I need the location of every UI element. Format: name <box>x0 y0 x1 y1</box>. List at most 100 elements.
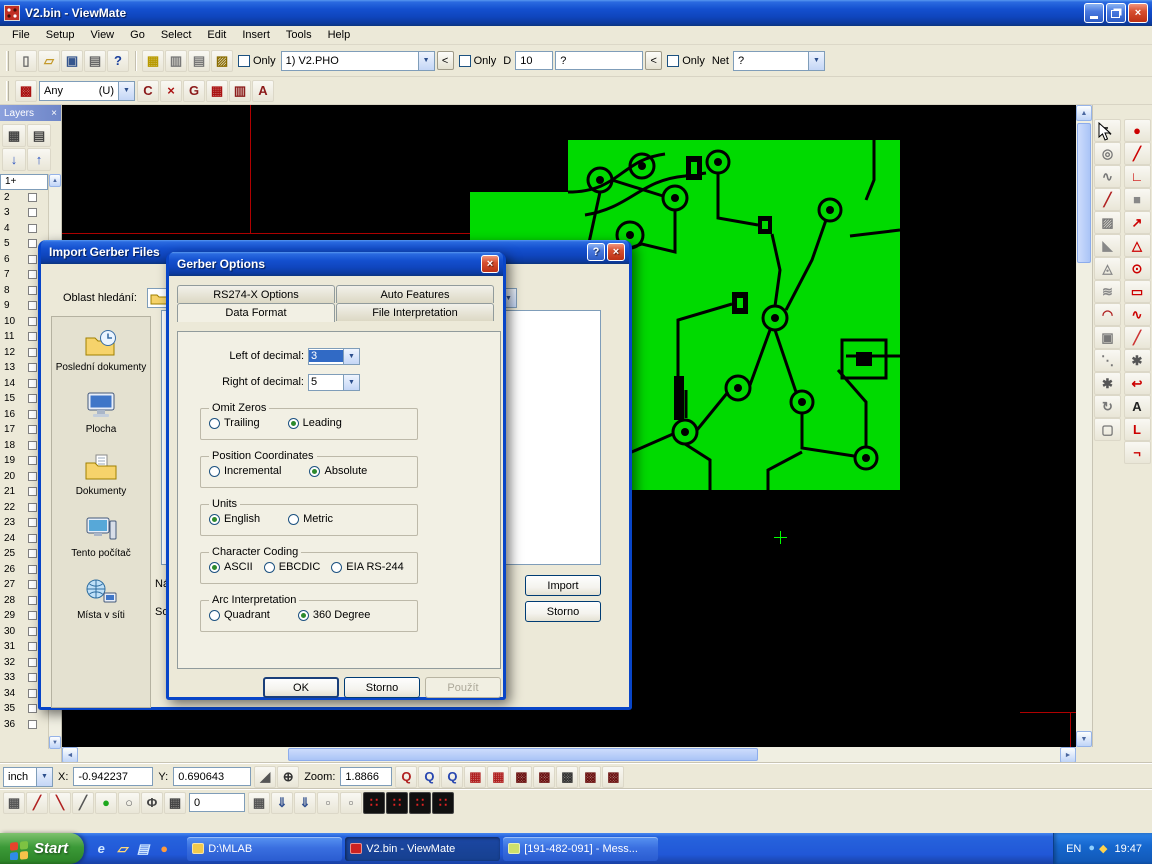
reddot1-icon[interactable]: ∷ <box>363 792 385 814</box>
right-decimal-combo[interactable]: 5 ▼ <box>308 374 360 391</box>
tab-data-format[interactable]: Data Format <box>177 303 335 322</box>
place-recent-documents[interactable]: Poslední dokumenty <box>52 329 150 374</box>
fill-tool-icon[interactable]: ▨ <box>1094 211 1121 234</box>
grid-red2-icon[interactable]: ▦ <box>487 766 509 788</box>
layer-color-swatch[interactable] <box>28 394 37 403</box>
layer-color-swatch[interactable] <box>28 503 37 512</box>
context-help-icon[interactable]: ? <box>107 50 129 72</box>
reddot2-icon[interactable]: ∷ <box>386 792 408 814</box>
dcode-c-icon[interactable]: C <box>137 80 159 102</box>
layer-color-swatch[interactable] <box>28 642 37 651</box>
layer-color-swatch[interactable] <box>28 332 37 341</box>
menu-item[interactable]: File <box>4 27 38 43</box>
tab-auto-features[interactable]: Auto Features <box>336 285 494 303</box>
place-documents[interactable]: Dokumenty <box>52 453 150 498</box>
bracket-draw-icon[interactable]: ¬ <box>1124 441 1151 464</box>
square-draw-icon[interactable]: ■ <box>1124 188 1151 211</box>
grid-dark-icon[interactable]: ▥ <box>229 80 251 102</box>
counter-value[interactable]: 0 <box>189 793 245 812</box>
layer-color-swatch[interactable] <box>28 193 37 202</box>
arrow-draw-icon[interactable]: ↗ <box>1124 211 1151 234</box>
layer-color-swatch[interactable] <box>28 487 37 496</box>
layer-color-swatch[interactable] <box>28 379 37 388</box>
measure-tool-icon[interactable]: ╱ <box>1094 188 1121 211</box>
scroll-right-icon[interactable]: ► <box>1060 747 1076 763</box>
squiggle-draw-icon[interactable]: ∿ <box>1124 303 1151 326</box>
browser-icon[interactable]: ● <box>155 840 173 858</box>
zoom-value[interactable]: 1.8866 <box>340 767 392 786</box>
chevron-down-icon[interactable]: ▼ <box>343 349 359 364</box>
vertical-scrollbar[interactable]: ▲ ▼ <box>1076 105 1092 747</box>
ok-button[interactable]: OK <box>263 677 339 698</box>
minimize-button[interactable] <box>1084 3 1104 23</box>
select-dcodes-icon[interactable]: ▨ <box>211 50 233 72</box>
diameter-icon[interactable]: Φ <box>141 792 163 814</box>
dcode-input[interactable]: 10 <box>515 51 553 70</box>
cancel-button[interactable]: Storno <box>344 677 420 698</box>
text-draw-icon[interactable]: A <box>1124 395 1151 418</box>
target-draw-icon[interactable]: ⊙ <box>1124 257 1151 280</box>
import-button[interactable]: Import <box>525 575 601 596</box>
layer-color-swatch[interactable] <box>28 456 37 465</box>
dash-box1-icon[interactable]: ▫ <box>317 792 339 814</box>
radio-option[interactable]: Leading <box>288 417 342 429</box>
layer-color-swatch[interactable] <box>28 549 37 558</box>
layer-color-swatch[interactable] <box>28 317 37 326</box>
zoom-tool-icon[interactable]: Q <box>395 766 417 788</box>
line-draw-icon[interactable]: ╱ <box>1124 142 1151 165</box>
polygon-draw-icon[interactable]: △ <box>1124 234 1151 257</box>
select-traces-icon[interactable]: ▥ <box>165 50 187 72</box>
layer-color-swatch[interactable] <box>28 301 37 310</box>
menu-item[interactable]: Go <box>122 27 153 43</box>
scroll-thumb[interactable] <box>288 748 758 761</box>
hook-draw-icon[interactable]: ↩ <box>1124 372 1151 395</box>
layer-color-swatch[interactable] <box>28 472 37 481</box>
close-icon[interactable]: × <box>51 108 57 119</box>
scroll-left-icon[interactable]: ◄ <box>62 747 78 763</box>
prev-dcode-button[interactable]: < <box>645 51 662 70</box>
print-icon[interactable]: ▤ <box>84 50 106 72</box>
layer-color-swatch[interactable] <box>28 611 37 620</box>
l-draw-icon[interactable]: L <box>1124 418 1151 441</box>
task-button[interactable]: V2.bin - ViewMate <box>345 837 500 861</box>
layer-item[interactable]: 4 <box>0 221 48 237</box>
radio-option[interactable]: EBCDIC <box>264 561 321 573</box>
origin-icon[interactable]: ⊕ <box>277 766 299 788</box>
box-tool-icon[interactable]: ▢ <box>1094 418 1121 441</box>
layer-color-swatch[interactable] <box>28 286 37 295</box>
pattern5-icon[interactable]: ▩ <box>602 766 624 788</box>
task-button[interactable]: D:\MLAB <box>187 837 342 861</box>
ramp-tool-icon[interactable]: ◣ <box>1094 234 1121 257</box>
radio-option[interactable]: 360 Degree <box>298 609 371 621</box>
swap-icon[interactable]: × <box>160 80 182 102</box>
place-my-computer[interactable]: Tento počítač <box>52 515 150 560</box>
measure-icon[interactable]: ◢ <box>254 766 276 788</box>
layer-color-swatch[interactable] <box>28 596 37 605</box>
layer-item[interactable]: 36 <box>0 717 48 733</box>
layer-color-swatch[interactable] <box>28 224 37 233</box>
slash-draw-icon[interactable]: ╱ <box>1124 326 1151 349</box>
left-decimal-combo[interactable]: 3 ▼ <box>308 348 360 365</box>
units-combo[interactable]: inch ▼ <box>3 767 53 787</box>
only-layer-checkbox[interactable]: Only <box>238 55 276 67</box>
grid-red-icon[interactable]: ▦ <box>206 80 228 102</box>
pattern1-icon[interactable]: ▩ <box>510 766 532 788</box>
menu-item[interactable]: View <box>82 27 122 43</box>
slash2-icon[interactable]: ╲ <box>49 792 71 814</box>
active-layer-combo[interactable]: 1) V2.PHO ▼ <box>281 51 435 71</box>
update-tray-icon[interactable]: ◆ <box>1099 842 1107 855</box>
layer-color-swatch[interactable] <box>28 363 37 372</box>
pads-tool-icon[interactable]: ◎ <box>1094 142 1121 165</box>
dialog-close-button[interactable]: × <box>481 255 499 273</box>
menu-item[interactable]: Edit <box>199 27 234 43</box>
cancel-button[interactable]: Storno <box>525 601 601 622</box>
menu-item[interactable]: Insert <box>234 27 278 43</box>
task-button[interactable]: [191-482-091] - Mess... <box>503 837 658 861</box>
star-draw-icon[interactable]: ✱ <box>1124 349 1151 372</box>
layer-color-swatch[interactable] <box>28 410 37 419</box>
layer-color-swatch[interactable] <box>28 518 37 527</box>
chevron-down-icon[interactable]: ▼ <box>343 375 359 390</box>
radio-option[interactable]: EIA RS-244 <box>331 561 403 573</box>
close-button[interactable]: × <box>1128 3 1148 23</box>
toolbar-grip[interactable] <box>6 51 9 71</box>
